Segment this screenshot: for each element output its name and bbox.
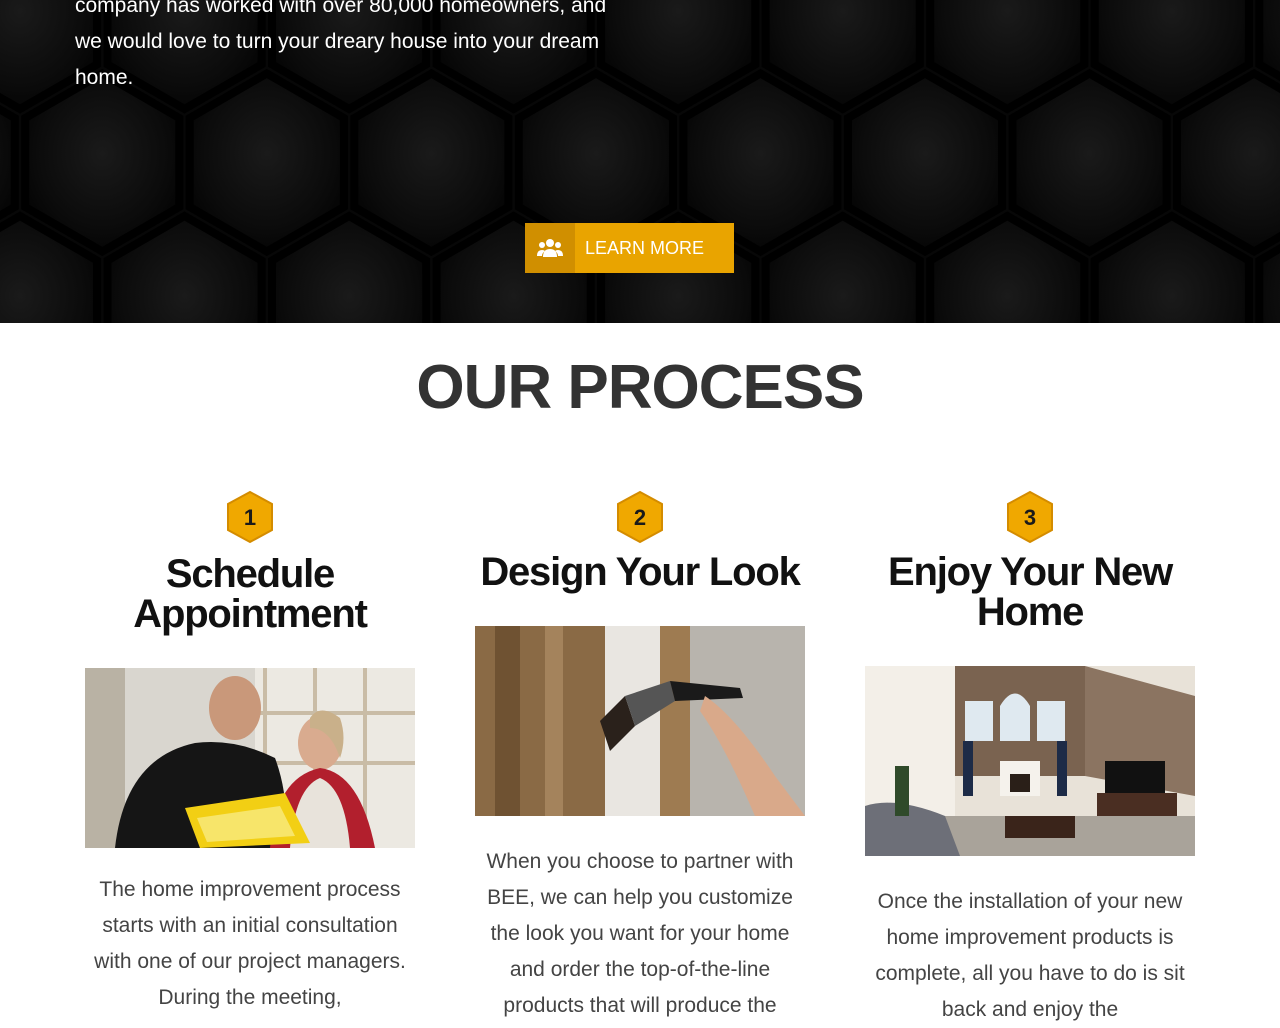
process-step-1: 1 Schedule Appointment The home improvem… <box>85 490 415 1016</box>
hero-description: company has worked with over 80,000 home… <box>75 0 607 89</box>
step-number: 1 <box>244 505 256 530</box>
learn-more-label: LEARN MORE <box>585 237 705 258</box>
step-title: Enjoy Your New Home <box>887 550 1173 634</box>
hexagon-number-badge: 2 <box>617 490 663 544</box>
step-title: Schedule Appointment <box>133 552 368 636</box>
step-description: Once the installation of your new home i… <box>875 890 1185 1021</box>
step-title: Design Your Look <box>480 550 801 594</box>
step-description: When you choose to partner with BEE, we … <box>486 850 794 1017</box>
step-description: The home improvement process starts with… <box>94 878 406 1009</box>
learn-more-button[interactable]: LEARN MORE <box>525 223 734 273</box>
step-number: 3 <box>1024 505 1036 530</box>
hexagon-number-badge: 1 <box>227 490 273 544</box>
paintbrush-photo <box>475 626 805 816</box>
step-number: 2 <box>634 505 646 530</box>
living-room-photo <box>865 666 1195 856</box>
section-title: OUR PROCESS <box>416 353 864 422</box>
hexagon-number-badge: 3 <box>1007 490 1053 544</box>
users-icon <box>525 223 575 273</box>
process-step-2: 2 Design Your Look When you choose to pa… <box>475 490 805 1024</box>
hero-section: company has worked with over 80,000 home… <box>0 0 1280 323</box>
process-step-3: 3 Enjoy Your New Home Once the installat… <box>865 490 1195 1028</box>
consultation-photo <box>85 668 415 848</box>
